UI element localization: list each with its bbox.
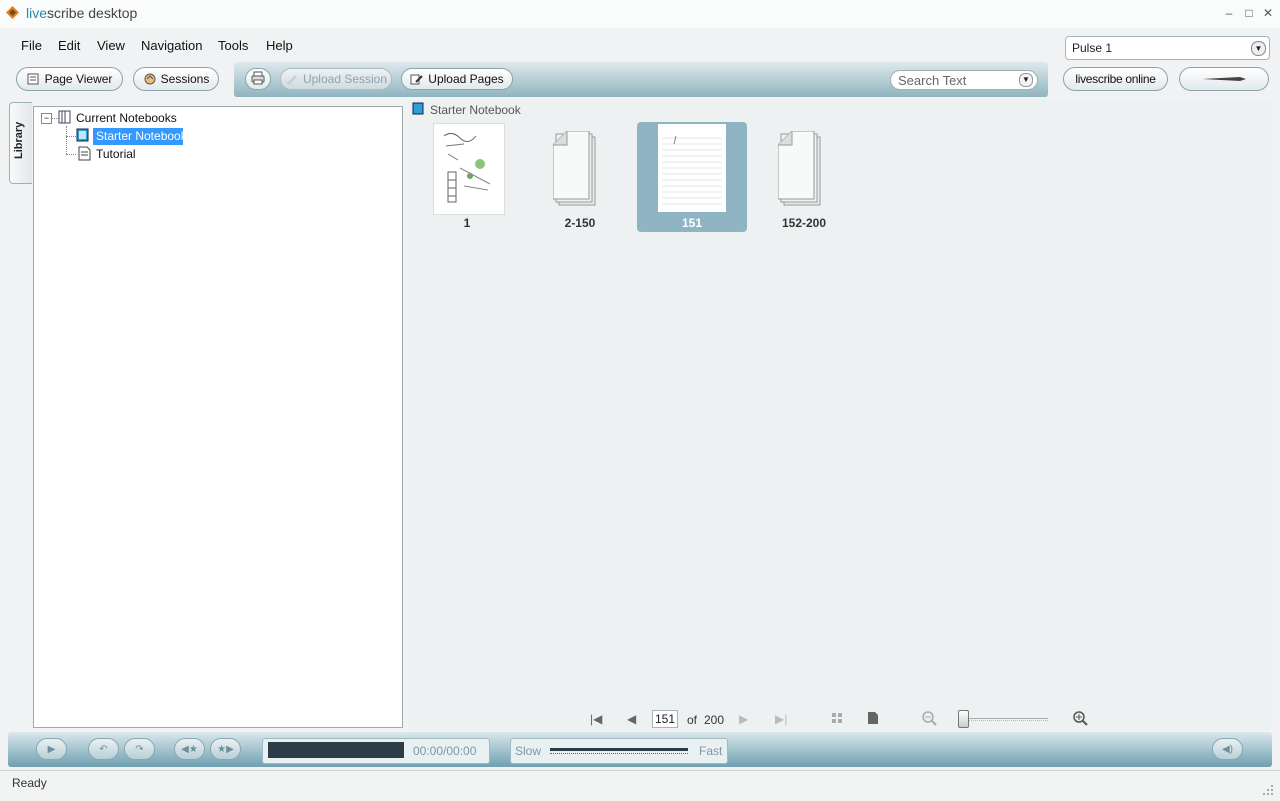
next-bookmark-icon: ★▶ [217,743,234,755]
thumbnail-label: 2-150 [564,216,596,230]
speaker-icon: ◀) [1221,743,1234,755]
thumbnail-label: 151 [681,216,703,230]
library-tree-panel [33,106,403,728]
page-stack-icon[interactable] [552,130,609,210]
menu-help[interactable]: Help [266,38,293,53]
document-icon [78,146,91,164]
menu-edit[interactable]: Edit [58,38,80,53]
minimize-button[interactable]: – [1222,6,1236,20]
tree-item-starter-notebook[interactable]: Starter Notebook [96,129,187,143]
menu-navigation[interactable]: Navigation [141,38,202,53]
page-stack-icon[interactable] [777,130,834,210]
maximize-button[interactable]: □ [1242,6,1256,20]
tree-item-tutorial[interactable]: Tutorial [96,147,136,161]
library-tab-label: Library [13,121,25,159]
zoom-slider-thumb[interactable] [958,710,969,728]
zoom-in-icon[interactable] [1073,711,1088,729]
upload-pages-label: Upload Pages [428,72,504,86]
menu-file[interactable]: File [21,38,42,53]
page-viewer-button[interactable]: Page Viewer [16,67,123,91]
title-rest: scribe desktop [47,5,138,21]
tree-connector-vertical [66,126,67,154]
prev-bookmark-button[interactable]: ◀★ [174,738,205,760]
redo-icon: ↷ [135,743,144,755]
menu-view[interactable]: View [97,38,125,53]
lined-page-icon [662,135,722,205]
livescribe-online-label: livescribe online [1075,72,1156,86]
grid-view-icon[interactable] [831,712,844,728]
speed-fast-label: Fast [699,744,723,758]
upload-session-icon [285,73,299,85]
next-bookmark-button[interactable]: ★▶ [210,738,241,760]
speed-control-box [510,738,728,764]
zoom-out-icon[interactable] [922,711,937,729]
tree-connector [66,136,76,137]
next-page-icon[interactable]: ▶ [739,712,748,726]
prev-page-icon[interactable]: ◀ [627,712,636,726]
thumbnail-label: 1 [463,216,471,230]
sessions-button[interactable]: Sessions [133,67,219,91]
audio-progress-bar[interactable] [268,742,404,758]
title-live: live [26,5,48,21]
upload-pages-icon [410,73,424,85]
undo-icon: ↶ [99,743,108,755]
upload-session-label: Upload Session [302,72,388,86]
redo-button[interactable]: ↷ [124,738,155,760]
search-placeholder: Search Text [898,73,967,88]
page-number-input[interactable]: 151 [652,710,678,728]
chevron-down-icon[interactable]: ▼ [1251,41,1266,56]
page-of-label: of [687,713,698,727]
menu-tools[interactable]: Tools [218,38,248,53]
sessions-label: Sessions [160,72,210,86]
prev-bookmark-icon: ◀★ [181,743,198,755]
play-button[interactable]: ▶ [36,738,67,760]
pen-button[interactable] [1179,67,1269,91]
volume-button[interactable]: ◀) [1212,738,1243,760]
speed-slow-label: Slow [515,744,542,758]
printer-icon [250,71,266,88]
zoom-slider-ticks [962,720,1048,725]
pen-icon [1200,72,1248,86]
first-page-icon[interactable]: |◀ [590,712,602,726]
thumbnail-label: 152-200 [781,216,827,230]
livescribe-online-button[interactable]: livescribe online [1063,67,1168,91]
window-title: livescribe desktop [26,5,137,21]
app-logo-icon [6,6,19,19]
search-dropdown-icon[interactable]: ▼ [1019,73,1033,87]
title-bar [0,0,1280,28]
handwritten-page-icon [443,132,491,203]
sessions-icon [143,73,157,85]
page-viewer-label: Page Viewer [44,72,113,86]
notebook-icon [76,128,90,145]
breadcrumb: Starter Notebook [430,103,521,117]
breadcrumb-notebook-icon [412,102,425,118]
page-thumbnail-151[interactable] [658,124,726,212]
resize-grip-icon[interactable] [1262,784,1274,799]
play-icon: ▶ [47,743,56,755]
close-button[interactable]: ✕ [1261,6,1275,20]
undo-button[interactable]: ↶ [88,738,119,760]
page-thumbnail-1[interactable] [433,123,505,215]
upload-session-button[interactable]: Upload Session [280,68,392,90]
status-text: Ready [12,776,47,790]
status-bar [0,770,1280,801]
print-button[interactable] [245,68,271,90]
upload-pages-button[interactable]: Upload Pages [401,68,513,90]
last-page-icon[interactable]: ▶| [775,712,787,726]
page-viewer-panel [409,100,1272,730]
speed-slider-ticks [550,753,688,758]
audio-time: 00:00/00:00 [413,744,477,758]
zoom-slider[interactable] [962,718,1048,719]
total-pages: 200 [704,713,725,727]
notebooks-icon [58,110,72,127]
library-tab[interactable]: Library [9,102,32,184]
tree-root-current-notebooks[interactable]: Current Notebooks [76,111,177,125]
pen-select-value: Pulse 1 [1072,41,1113,55]
tree-connector [66,154,76,155]
page-viewer-icon [27,73,41,85]
single-page-view-icon[interactable] [867,711,879,728]
speed-slider[interactable] [550,748,688,751]
